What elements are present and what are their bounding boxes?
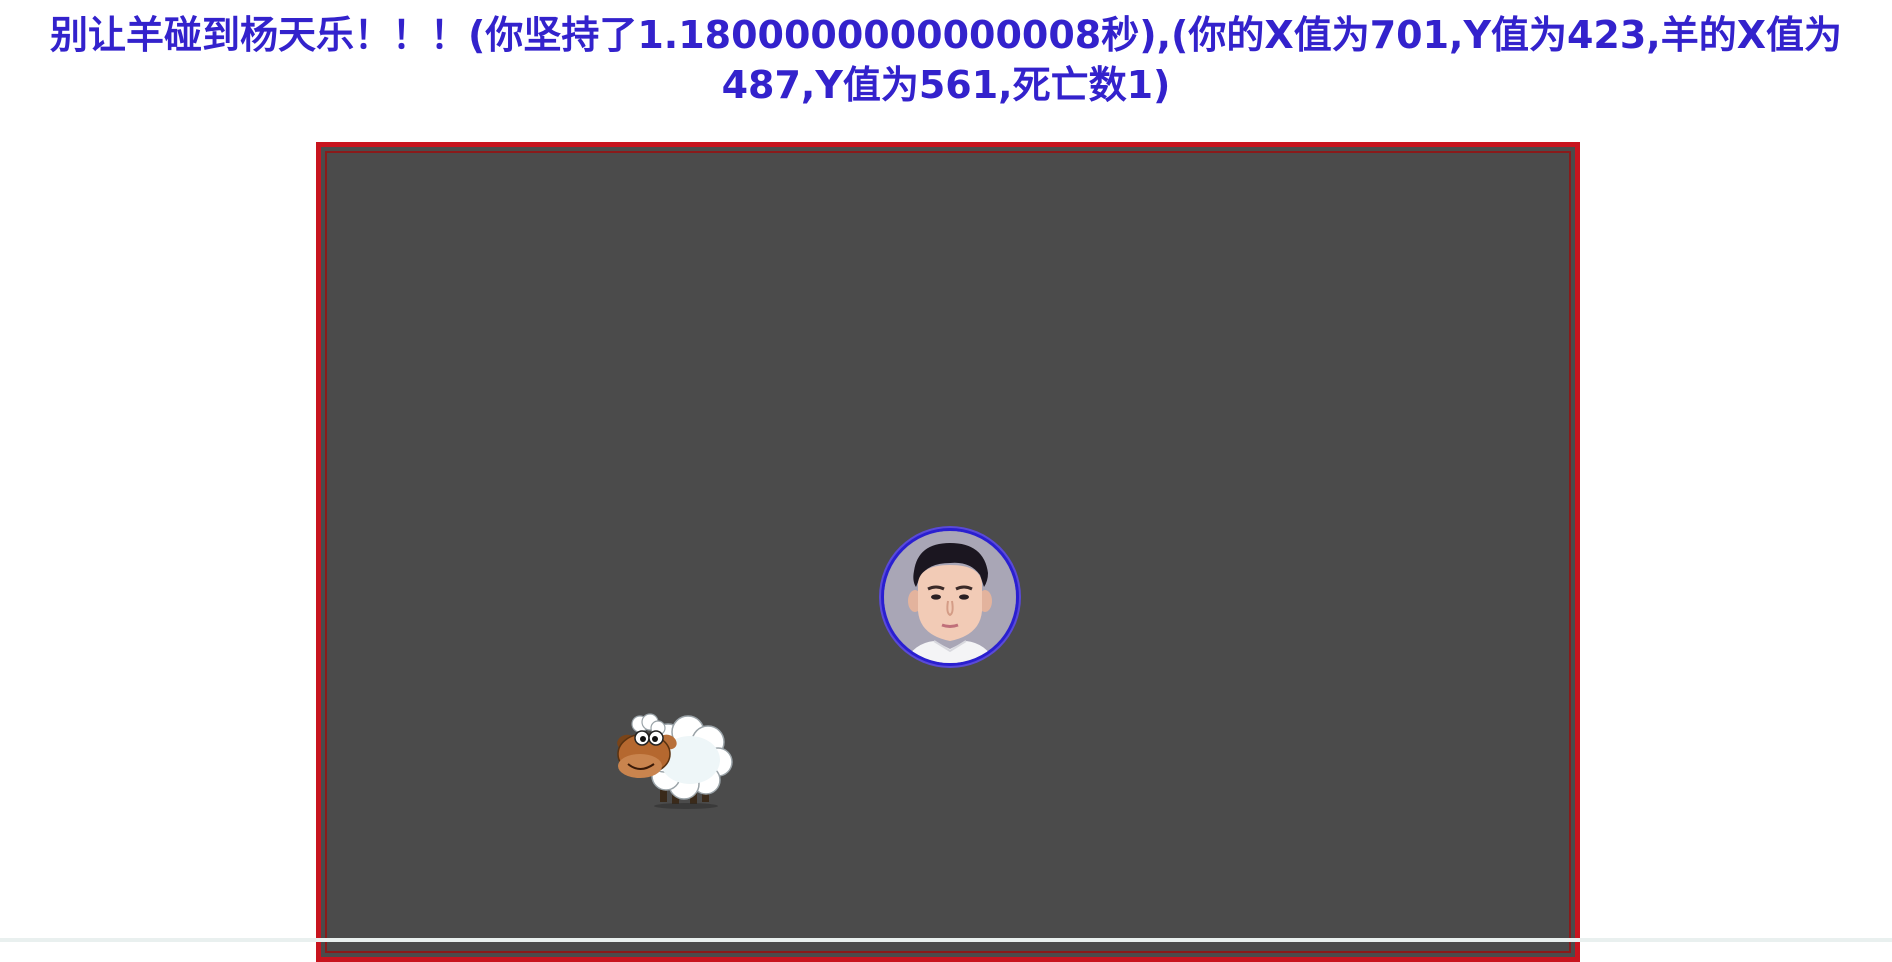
status-line-2: 487,Y值为561,死亡数1) [721, 63, 1171, 107]
sheep-icon [617, 713, 733, 809]
player-avatar[interactable] [881, 528, 1019, 666]
page-bottom-strip [0, 938, 1892, 942]
status-line-1: 别让羊碰到杨天乐！！！(你坚持了1.1800000000000008秒),(你的… [49, 13, 1843, 57]
game-arena[interactable] [316, 142, 1580, 962]
status-title: 别让羊碰到杨天乐！！！(你坚持了1.1800000000000008秒),(你的… [40, 10, 1852, 110]
boy-face-icon [884, 531, 1016, 663]
sheep-enemy [606, 702, 736, 812]
